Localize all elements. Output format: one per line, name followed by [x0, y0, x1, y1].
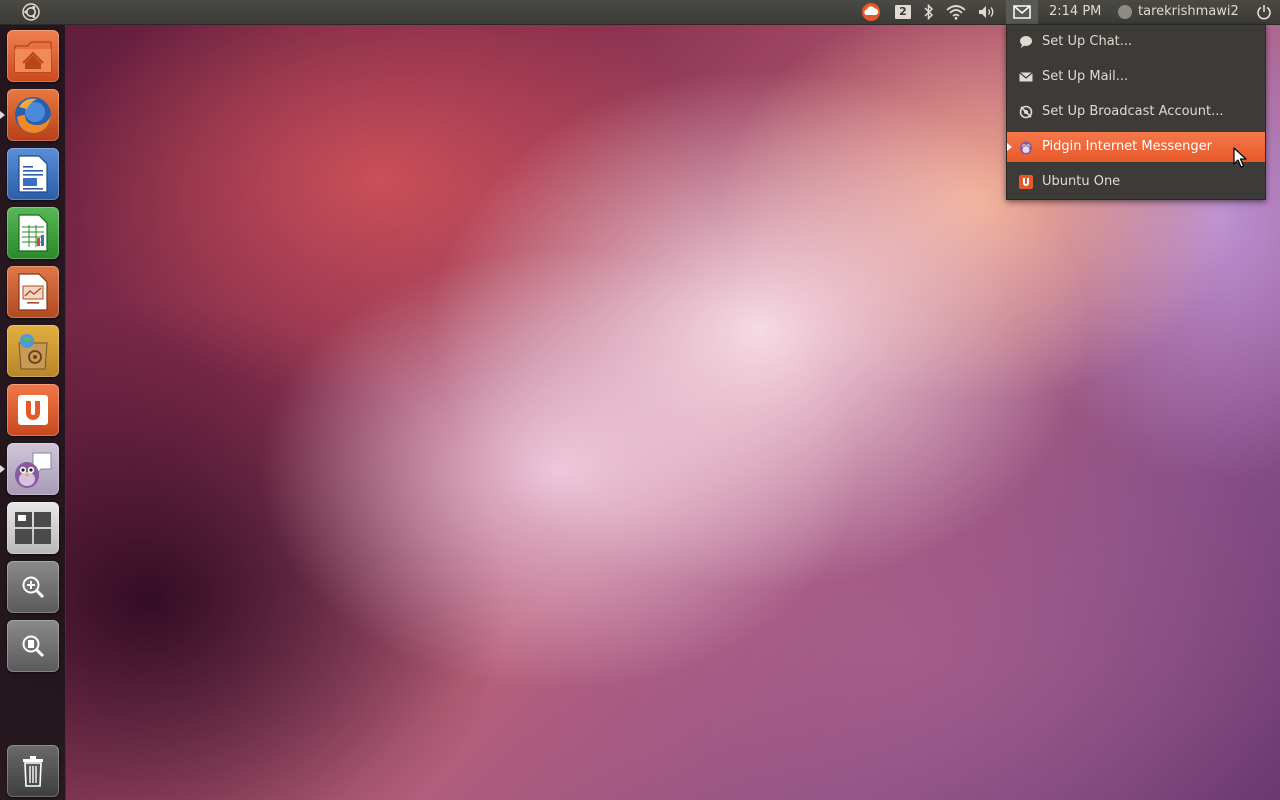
menu-item-label: Pidgin Internet Messenger [1042, 139, 1212, 154]
volume-icon[interactable] [976, 0, 998, 24]
messaging-menu: Set Up Chat... Set Up Mail... Set Up Bro… [1006, 24, 1266, 200]
user-name[interactable]: tarekrishmawi2 [1138, 0, 1239, 24]
menu-item-pidgin[interactable]: Pidgin Internet Messenger [1007, 132, 1265, 162]
launcher [0, 25, 66, 800]
bluetooth-icon[interactable] [921, 0, 937, 24]
launcher-libreoffice-calc[interactable] [7, 207, 59, 259]
trash-icon [23, 756, 43, 787]
launcher-dash-files[interactable] [7, 620, 59, 672]
menu-item-label: Ubuntu One [1042, 174, 1121, 189]
running-indicator [0, 111, 5, 119]
envelope-icon[interactable] [1006, 0, 1038, 24]
magnifier-plus-icon [22, 576, 45, 599]
menu-item-label: Set Up Broadcast Account... [1042, 104, 1224, 119]
menu-item-set-up-chat[interactable]: Set Up Chat... [1007, 27, 1265, 57]
pidgin-bird-icon [15, 452, 52, 488]
running-indicator [0, 465, 5, 473]
launcher-libreoffice-writer[interactable] [7, 148, 59, 200]
pidgin-small-icon [1018, 139, 1034, 155]
launcher-firefox[interactable] [7, 89, 59, 141]
launcher-pidgin[interactable] [7, 443, 59, 495]
ubuntu-one-cloud-icon[interactable] [861, 0, 881, 24]
user-status-icon[interactable] [1118, 5, 1132, 19]
impress-presentation-icon [18, 273, 48, 311]
launcher-ubuntu-one[interactable] [7, 384, 59, 436]
mouse-pointer-icon [1233, 147, 1247, 169]
chat-bubble-icon [1018, 34, 1034, 50]
calc-spreadsheet-icon [18, 214, 48, 252]
launcher-trash[interactable] [7, 745, 59, 797]
launcher-libreoffice-impress[interactable] [7, 266, 59, 318]
menu-item-label: Set Up Mail... [1042, 69, 1129, 84]
workspace-grid-icon [15, 512, 51, 544]
firefox-icon [15, 97, 51, 133]
mail-icon [1018, 69, 1034, 85]
writer-document-icon [18, 155, 48, 193]
clock[interactable]: 2:14 PM [1049, 0, 1101, 24]
selected-arrow-icon [1007, 143, 1012, 151]
menu-item-ubuntu-one[interactable]: Ubuntu One [1007, 167, 1265, 197]
ubuntu-one-icon [18, 395, 48, 425]
ubuntu-logo-icon[interactable] [22, 3, 40, 21]
launcher-home-folder[interactable] [7, 30, 59, 82]
launcher-workspace-switcher[interactable] [7, 502, 59, 554]
software-center-bag-icon [18, 334, 48, 370]
power-icon[interactable] [1254, 0, 1274, 24]
top-panel: 2 2:14 PM tarekrishmawi2 [0, 0, 1280, 25]
menu-item-set-up-mail[interactable]: Set Up Mail... [1007, 62, 1265, 92]
wifi-icon[interactable] [944, 0, 968, 24]
broadcast-icon [1018, 104, 1034, 120]
launcher-software-center[interactable] [7, 325, 59, 377]
launcher-dash-applications[interactable] [7, 561, 59, 613]
magnifier-files-icon [22, 635, 45, 658]
workspace-number: 2 [895, 5, 911, 19]
workspace-indicator[interactable]: 2 [893, 0, 913, 24]
menu-item-label: Set Up Chat... [1042, 34, 1133, 49]
ubuntu-one-small-icon [1018, 174, 1034, 190]
home-folder-icon [14, 41, 52, 73]
menu-item-set-up-broadcast[interactable]: Set Up Broadcast Account... [1007, 97, 1265, 127]
